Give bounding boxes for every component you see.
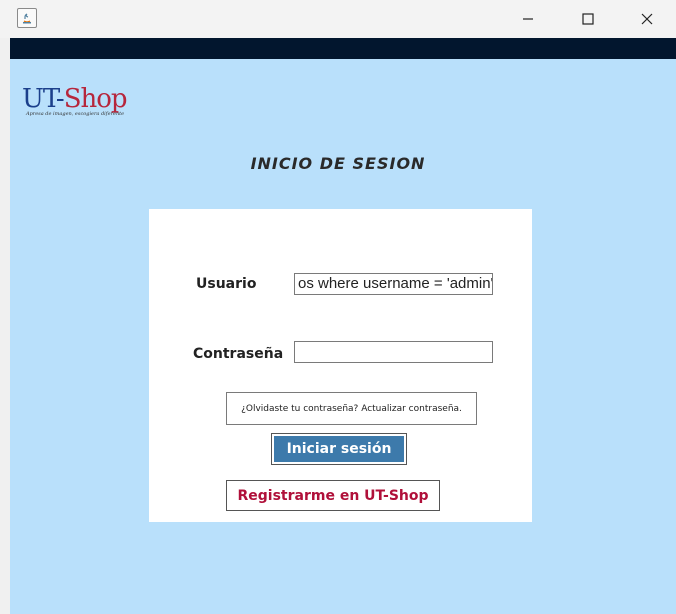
minimize-button[interactable] <box>505 0 551 38</box>
minimize-icon <box>523 18 533 20</box>
login-panel <box>149 209 532 522</box>
password-field[interactable] <box>294 341 493 363</box>
register-button[interactable]: Registrarme en UT-Shop <box>226 480 440 511</box>
logo-ut: UT <box>22 84 57 114</box>
logo-wordmark: UT-Shop <box>22 84 128 114</box>
top-dark-bar <box>10 38 676 59</box>
forgot-password-link[interactable]: ¿Olvidaste tu contraseña? Actualizar con… <box>226 392 477 425</box>
logo-shop: Shop <box>63 84 128 114</box>
maximize-button[interactable] <box>565 0 611 38</box>
title-bar[interactable] <box>0 0 676 38</box>
username-label: Usuario <box>196 276 257 292</box>
close-icon <box>641 13 653 25</box>
login-button[interactable]: Iniciar sesión <box>271 433 407 465</box>
close-button[interactable] <box>624 0 670 38</box>
username-field[interactable]: os where username = 'admin' <box>294 273 493 295</box>
ut-shop-logo: UT-Shop Apresa de imagen, escogiera dife… <box>22 84 128 117</box>
page-title: INICIO DE SESION <box>250 154 426 173</box>
java-icon[interactable] <box>17 8 37 28</box>
logo-dash: - <box>55 84 65 114</box>
logo-tagline: Apresa de imagen, escogiera diferente <box>26 111 125 117</box>
window-left-edge <box>0 38 10 614</box>
password-label: Contraseña <box>193 346 284 362</box>
maximize-icon <box>582 13 594 25</box>
app-window: UT-Shop Apresa de imagen, escogiera dife… <box>0 0 676 614</box>
login-button-label: Iniciar sesión <box>274 436 404 462</box>
